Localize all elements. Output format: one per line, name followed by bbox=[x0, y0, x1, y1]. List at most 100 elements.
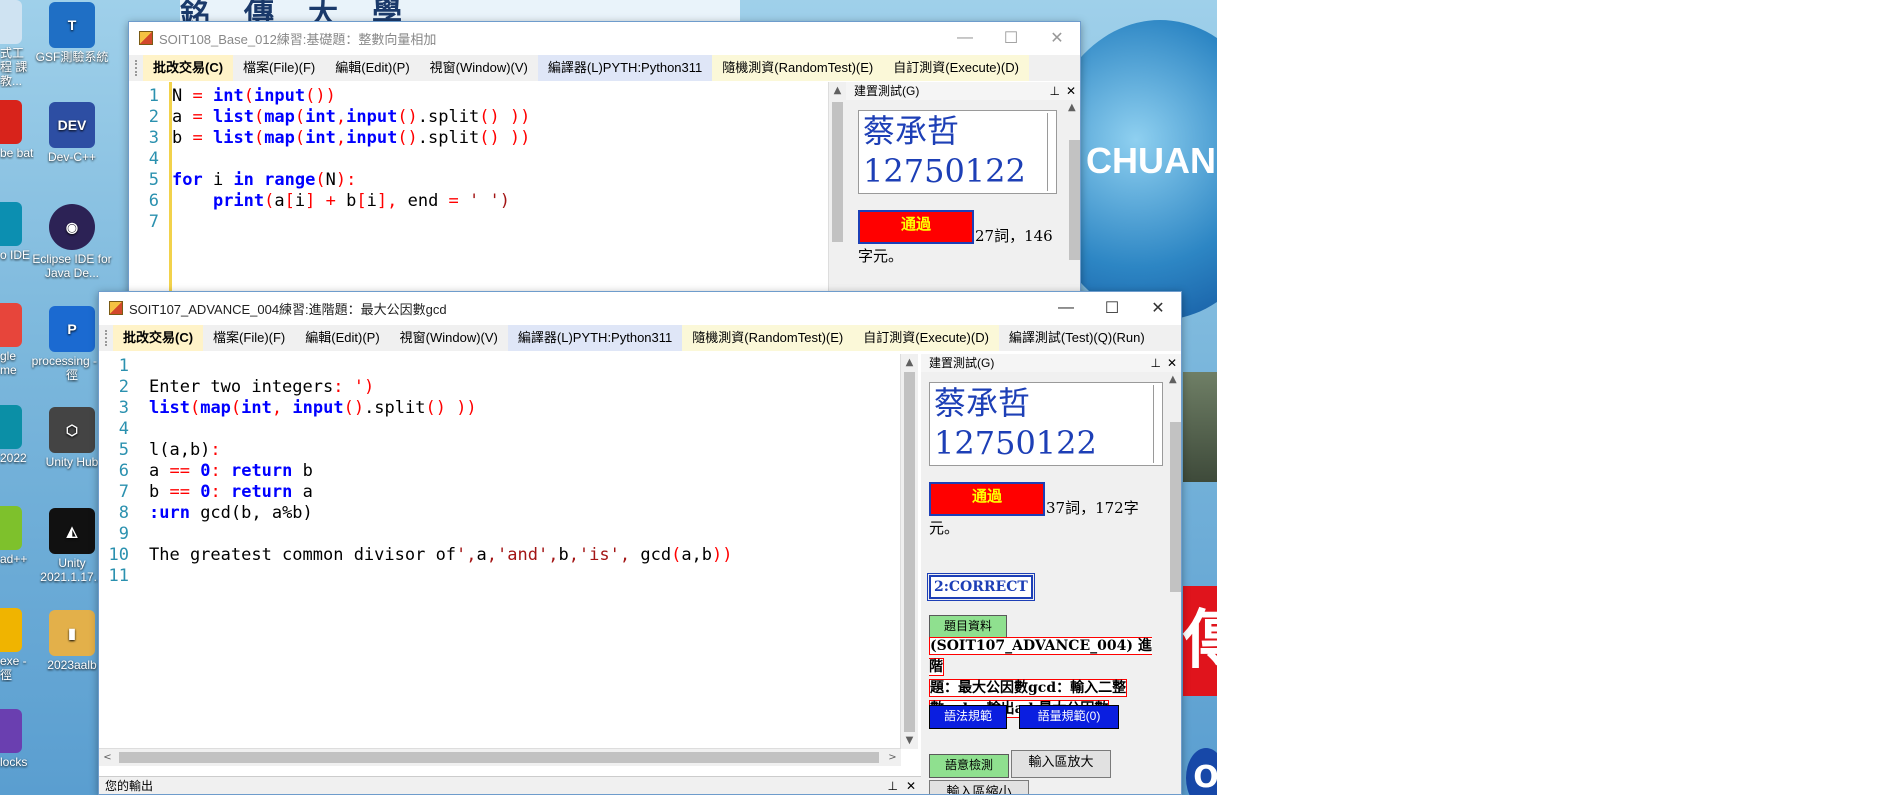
editor-vertical-scrollbar[interactable]: ▲ bbox=[828, 82, 846, 298]
menu-edit[interactable]: 編輯(Edit)(P) bbox=[295, 325, 389, 351]
panel-scrollbar-thumb[interactable] bbox=[1170, 422, 1181, 592]
menu-random-test[interactable]: 隨機測資(RandomTest)(E) bbox=[682, 325, 854, 351]
menu-grade[interactable]: 批改交易(C) bbox=[143, 55, 234, 81]
code-line[interactable] bbox=[149, 356, 733, 377]
close-button[interactable]: ✕ bbox=[1034, 22, 1080, 54]
input-zoom-out-button[interactable]: 輸入區縮小 bbox=[929, 780, 1029, 794]
scroll-down-icon[interactable]: ▼ bbox=[901, 732, 918, 749]
hscrollbar-thumb[interactable] bbox=[119, 752, 879, 763]
output-pin-icon[interactable]: ⊥ bbox=[888, 777, 898, 794]
panel-vertical-scrollbar[interactable]: ▲ bbox=[1167, 372, 1181, 794]
desktop-icon-left-6[interactable]: ad++ bbox=[0, 506, 34, 566]
code-line[interactable]: print(a[i] + b[i], end = ' ') bbox=[172, 191, 530, 212]
code-line[interactable]: list(map(int, input().split() )) bbox=[149, 398, 733, 419]
editor-horizontal-scrollbar[interactable]: < > bbox=[99, 748, 901, 766]
code-content[interactable]: N = int(input()) a = list(map(int,input()… bbox=[172, 86, 530, 233]
code-token: input bbox=[346, 107, 398, 127]
menu-compiler[interactable]: 編譯器(L)PYTH:Python311 bbox=[507, 325, 683, 351]
input-zoom-in-button[interactable]: 輸入區放大 bbox=[1011, 750, 1111, 778]
menu-compiler[interactable]: 編譯器(L)PYTH:Python311 bbox=[537, 55, 713, 81]
code-line[interactable] bbox=[149, 419, 733, 440]
code-line[interactable]: N = int(input()) bbox=[172, 86, 530, 107]
desktop-icon-gsf[interactable]: T GSF測驗系統 bbox=[30, 2, 114, 64]
window2-code-editor[interactable]: 1 2 3 4 5 6 7 8 9 10 11 Enter two integers: ') list… bbox=[99, 354, 918, 766]
output-close-icon[interactable]: ✕ bbox=[906, 777, 916, 794]
vocab-rules-button[interactable]: 語量規範(0) bbox=[1019, 705, 1119, 729]
maximize-button[interactable]: ☐ bbox=[1089, 292, 1135, 324]
menu-window[interactable]: 視窗(Window)(V) bbox=[390, 325, 508, 351]
desktop-icon-left-2[interactable]: be bat bbox=[0, 100, 34, 160]
panel-close-icon[interactable]: ✕ bbox=[1066, 82, 1076, 100]
window1-code-editor[interactable]: 1234567 N = int(input()) a = list(map(int… bbox=[129, 82, 846, 298]
code-line[interactable] bbox=[149, 566, 733, 587]
scroll-up-icon[interactable]: ▲ bbox=[829, 82, 846, 99]
menu-edit[interactable]: 編輯(Edit)(P) bbox=[325, 55, 419, 81]
semantic-check-button[interactable]: 語意檢測 bbox=[929, 754, 1009, 778]
window-base-012[interactable]: SOIT108_Base_012練習:基礎題：整數向量相加 — ☐ ✕ 批改交易… bbox=[128, 21, 1081, 299]
scroll-up-icon[interactable]: ▲ bbox=[901, 354, 918, 371]
panel-vertical-scrollbar[interactable]: ▲ bbox=[1066, 100, 1080, 298]
desktop-icon-left-1[interactable]: 式工程 課教... bbox=[0, 0, 34, 88]
window1-titlebar[interactable]: SOIT108_Base_012練習:基礎題：整數向量相加 — ☐ ✕ bbox=[129, 22, 1080, 54]
menu-file[interactable]: 檔案(File)(F) bbox=[233, 55, 325, 81]
panel-scroll-up-icon[interactable]: ▲ bbox=[1068, 102, 1076, 113]
window2-titlebar[interactable]: SOIT107_ADVANCE_004練習:進階題：最大公因數gcd — ☐ ✕ bbox=[99, 292, 1181, 324]
close-button[interactable]: ✕ bbox=[1135, 292, 1181, 324]
code-line[interactable]: b = list(map(int,input().split() )) bbox=[172, 128, 530, 149]
code-line[interactable] bbox=[149, 524, 733, 545]
code-token: ,'is', bbox=[568, 545, 631, 565]
scroll-left-icon[interactable]: < bbox=[99, 749, 116, 766]
panel-scroll-up-icon[interactable]: ▲ bbox=[1169, 374, 1177, 385]
code-token: b bbox=[335, 191, 357, 211]
window1-title: SOIT108_Base_012練習:基礎題：整數向量相加 bbox=[159, 31, 437, 47]
editor-vertical-scrollbar[interactable]: ▲ ▼ bbox=[900, 354, 918, 749]
menu-grade[interactable]: 批改交易(C) bbox=[113, 325, 204, 351]
minimize-button[interactable]: — bbox=[1043, 292, 1089, 324]
panel-close-icon[interactable]: ✕ bbox=[1167, 354, 1177, 372]
code-line[interactable]: a == 0: return b bbox=[149, 461, 733, 482]
pin-icon[interactable]: ⊥ bbox=[1050, 82, 1060, 100]
code-token: ( bbox=[671, 545, 682, 565]
desktop-icon-left-7[interactable]: exe - 徑 bbox=[0, 608, 34, 682]
code-line[interactable]: l(a,b): bbox=[149, 440, 733, 461]
menu-file[interactable]: 檔案(File)(F) bbox=[203, 325, 295, 351]
code-line[interactable]: for i in range(N): bbox=[172, 170, 530, 191]
menu-custom-test[interactable]: 自訂測資(Execute)(D) bbox=[853, 325, 999, 351]
desktop-icon-left-5[interactable]: 2022 bbox=[0, 405, 34, 465]
menu-compile-test[interactable]: 編譯測試(Test)(Q)(Run) bbox=[999, 325, 1155, 351]
student-info-box: 蔡承哲 12750122 bbox=[929, 382, 1163, 466]
panel-header: 建置測試(G) ⊥ ✕ bbox=[846, 82, 1080, 100]
code-line[interactable]: a = list(map(int,input().split() )) bbox=[172, 107, 530, 128]
code-line[interactable]: :urn gcd(b, a%b) bbox=[149, 503, 733, 524]
minimize-button[interactable]: — bbox=[942, 22, 988, 54]
menu-window[interactable]: 視窗(Window)(V) bbox=[420, 55, 538, 81]
desktop-icon-left-4[interactable]: gle me bbox=[0, 303, 34, 377]
code-token: map bbox=[200, 398, 231, 418]
code-token: i bbox=[202, 170, 234, 190]
pin-icon[interactable]: ⊥ bbox=[1151, 354, 1161, 372]
code-token: b bbox=[558, 545, 569, 565]
desktop-icon-left-8[interactable]: locks bbox=[0, 709, 34, 769]
scrollbar-thumb[interactable] bbox=[832, 102, 843, 242]
code-line[interactable]: The greatest common divisor of',a,'and',… bbox=[149, 545, 733, 566]
maximize-button[interactable]: ☐ bbox=[988, 22, 1034, 54]
window-advance-004[interactable]: SOIT107_ADVANCE_004練習:進階題：最大公因數gcd — ☐ ✕… bbox=[98, 291, 1182, 795]
syntax-rules-button[interactable]: 語法規範 bbox=[929, 705, 1007, 729]
code-token: , bbox=[335, 128, 347, 148]
menu-custom-test[interactable]: 自訂測資(Execute)(D) bbox=[883, 55, 1029, 81]
code-line[interactable]: Enter two integers: ') bbox=[149, 377, 733, 398]
code-content[interactable]: Enter two integers: ') list(map(int, inpu… bbox=[149, 356, 733, 587]
panel-scrollbar-thumb[interactable] bbox=[1069, 140, 1080, 260]
desktop-icon-left-3[interactable]: o IDE bbox=[0, 202, 34, 262]
desktop-icon-devcpp[interactable]: DEV Dev-C++ bbox=[30, 102, 114, 164]
scroll-right-icon[interactable]: > bbox=[884, 749, 901, 766]
code-line[interactable] bbox=[172, 149, 530, 170]
processing-app-icon: P bbox=[49, 306, 95, 352]
scrollbar-thumb[interactable] bbox=[904, 372, 915, 732]
code-token: () bbox=[397, 128, 418, 148]
code-line[interactable]: b == 0: return a bbox=[149, 482, 733, 503]
desktop-icon-eclipse[interactable]: ◉ Eclipse IDE for Java De... bbox=[30, 204, 114, 280]
menu-random-test[interactable]: 隨機測資(RandomTest)(E) bbox=[712, 55, 884, 81]
code-line[interactable] bbox=[172, 212, 530, 233]
